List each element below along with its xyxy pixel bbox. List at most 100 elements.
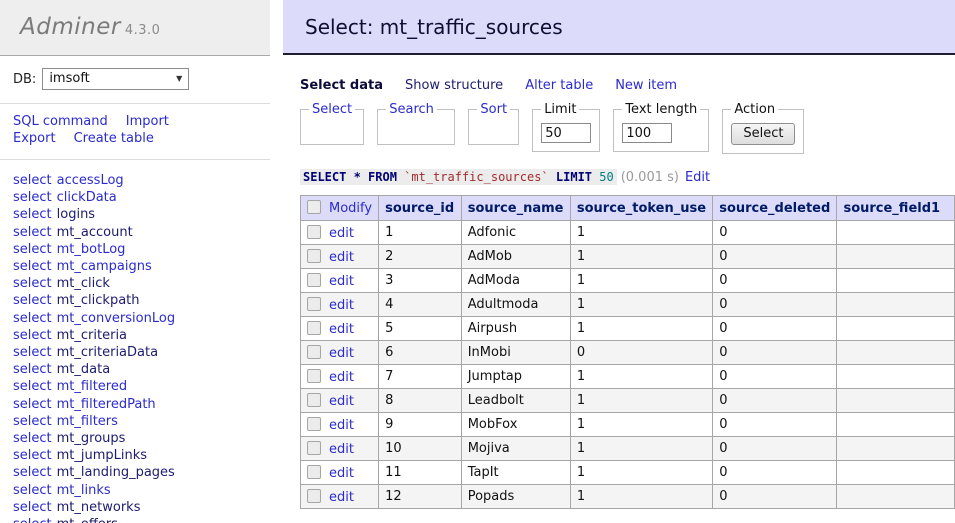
select-table-link[interactable]: select <box>13 500 52 515</box>
table-link-mt_groups[interactable]: mt_groups <box>57 431 126 446</box>
edit-row-link[interactable]: edit <box>329 466 354 481</box>
row-checkbox[interactable] <box>307 248 321 263</box>
table-link-mt_filtered[interactable]: mt_filtered <box>57 379 127 394</box>
cell-source_deleted: 0 <box>712 460 838 485</box>
select-table-link[interactable]: select <box>13 465 52 480</box>
edit-row-link[interactable]: edit <box>329 346 354 361</box>
select-table-link[interactable]: select <box>13 225 52 240</box>
export-link[interactable]: Export <box>13 131 56 146</box>
table-link-mt_links[interactable]: mt_links <box>57 483 111 498</box>
table-link-mt_networks[interactable]: mt_networks <box>57 500 141 515</box>
select-fieldset-toggle[interactable]: Select <box>312 102 352 117</box>
select-table-link[interactable]: select <box>13 345 52 360</box>
cell-source_token_use: 1 <box>569 268 714 293</box>
table-link-mt_offers[interactable]: mt_offers <box>57 517 118 523</box>
submit-select-button[interactable]: Select <box>731 123 796 145</box>
modify-header-link[interactable]: Modify <box>329 201 372 216</box>
table-link-mt_clickpath[interactable]: mt_clickpath <box>57 293 140 308</box>
create-table-link[interactable]: Create table <box>74 131 154 146</box>
tab-select-data[interactable]: Select data <box>300 78 383 93</box>
tab-new-item[interactable]: New item <box>615 78 677 93</box>
select-all-checkbox[interactable] <box>307 200 321 214</box>
row-checkbox[interactable] <box>307 416 321 431</box>
row-checkbox[interactable] <box>307 320 321 335</box>
column-header-source_id[interactable]: source_id <box>385 201 454 216</box>
table-link-logins[interactable]: logins <box>57 207 95 222</box>
modify-cell: edit <box>299 244 380 269</box>
edit-row-link[interactable]: edit <box>329 250 354 265</box>
select-table-link[interactable]: select <box>13 276 52 291</box>
table-link-mt_landing_pages[interactable]: mt_landing_pages <box>57 465 175 480</box>
import-link[interactable]: Import <box>126 114 169 129</box>
cell-source_deleted: 0 <box>712 388 838 413</box>
table-link-clickData[interactable]: clickData <box>57 190 117 205</box>
cell-source_id: 10 <box>378 436 462 461</box>
row-checkbox[interactable] <box>307 272 321 287</box>
tab-show-structure[interactable]: Show structure <box>405 78 503 93</box>
fieldset-select: Select <box>300 102 365 145</box>
tab-alter-table[interactable]: Alter table <box>525 78 593 93</box>
sql-command-link[interactable]: SQL command <box>13 114 108 129</box>
table-link-mt_criteria[interactable]: mt_criteria <box>57 328 127 343</box>
column-header-source_token_use[interactable]: source_token_use <box>577 201 706 216</box>
edit-row-link[interactable]: edit <box>329 226 354 241</box>
edit-row-link[interactable]: edit <box>329 298 354 313</box>
table-list-item: select mt_filters <box>13 413 270 430</box>
edit-row-link[interactable]: edit <box>329 322 354 337</box>
row-checkbox[interactable] <box>307 464 321 479</box>
column-header-source_deleted[interactable]: source_deleted <box>719 201 830 216</box>
select-table-link[interactable]: select <box>13 379 52 394</box>
edit-row-link[interactable]: edit <box>329 418 354 433</box>
select-table-link[interactable]: select <box>13 362 52 377</box>
select-table-link[interactable]: select <box>13 242 52 257</box>
select-table-link[interactable]: select <box>13 190 52 205</box>
row-checkbox[interactable] <box>307 296 321 311</box>
search-fieldset-toggle[interactable]: Search <box>389 102 434 117</box>
table-link-mt_campaigns[interactable]: mt_campaigns <box>57 259 152 274</box>
text-length-input[interactable] <box>622 123 673 143</box>
table-link-accessLog[interactable]: accessLog <box>57 173 124 188</box>
select-table-link[interactable]: select <box>13 328 52 343</box>
select-table-link[interactable]: select <box>13 173 52 188</box>
select-table-link[interactable]: select <box>13 431 52 446</box>
select-table-link[interactable]: select <box>13 311 52 326</box>
table-link-mt_click[interactable]: mt_click <box>57 276 110 291</box>
table-link-mt_criteriaData[interactable]: mt_criteriaData <box>57 345 158 360</box>
row-checkbox[interactable] <box>307 224 321 239</box>
row-checkbox[interactable] <box>307 368 321 383</box>
edit-query-link[interactable]: Edit <box>685 170 710 185</box>
select-table-link[interactable]: select <box>13 207 52 222</box>
column-header-cell-source_id: source_id <box>378 195 462 221</box>
column-header-source_field1[interactable]: source_field1 <box>843 201 940 216</box>
limit-input[interactable] <box>541 123 592 143</box>
db-select[interactable]: imsoft ▼ <box>42 68 190 90</box>
select-table-link[interactable]: select <box>13 397 52 412</box>
sort-fieldset-toggle[interactable]: Sort <box>480 102 507 117</box>
edit-row-link[interactable]: edit <box>329 370 354 385</box>
select-table-link[interactable]: select <box>13 414 52 429</box>
edit-row-link[interactable]: edit <box>329 394 354 409</box>
select-table-link[interactable]: select <box>13 293 52 308</box>
row-checkbox[interactable] <box>307 344 321 359</box>
select-table-link[interactable]: select <box>13 259 52 274</box>
row-checkbox[interactable] <box>307 392 321 407</box>
table-link-mt_account[interactable]: mt_account <box>57 225 133 240</box>
dropdown-arrow-icon: ▼ <box>176 74 183 83</box>
table-link-mt_filteredPath[interactable]: mt_filteredPath <box>57 397 156 412</box>
row-checkbox[interactable] <box>307 440 321 455</box>
table-link-mt_data[interactable]: mt_data <box>57 362 111 377</box>
edit-row-link[interactable]: edit <box>329 490 354 505</box>
table-link-mt_botLog[interactable]: mt_botLog <box>57 242 126 257</box>
edit-row-link[interactable]: edit <box>329 442 354 457</box>
action-legend: Action <box>734 102 776 117</box>
column-header-source_name[interactable]: source_name <box>468 201 564 216</box>
select-table-link[interactable]: select <box>13 483 52 498</box>
table-link-mt_jumpLinks[interactable]: mt_jumpLinks <box>57 448 147 463</box>
row-checkbox[interactable] <box>307 488 321 503</box>
modify-header-cell: Modify <box>299 195 380 221</box>
select-table-link[interactable]: select <box>13 517 52 523</box>
edit-row-link[interactable]: edit <box>329 274 354 289</box>
table-link-mt_filters[interactable]: mt_filters <box>57 414 118 429</box>
select-table-link[interactable]: select <box>13 448 52 463</box>
table-link-mt_conversionLog[interactable]: mt_conversionLog <box>57 311 175 326</box>
